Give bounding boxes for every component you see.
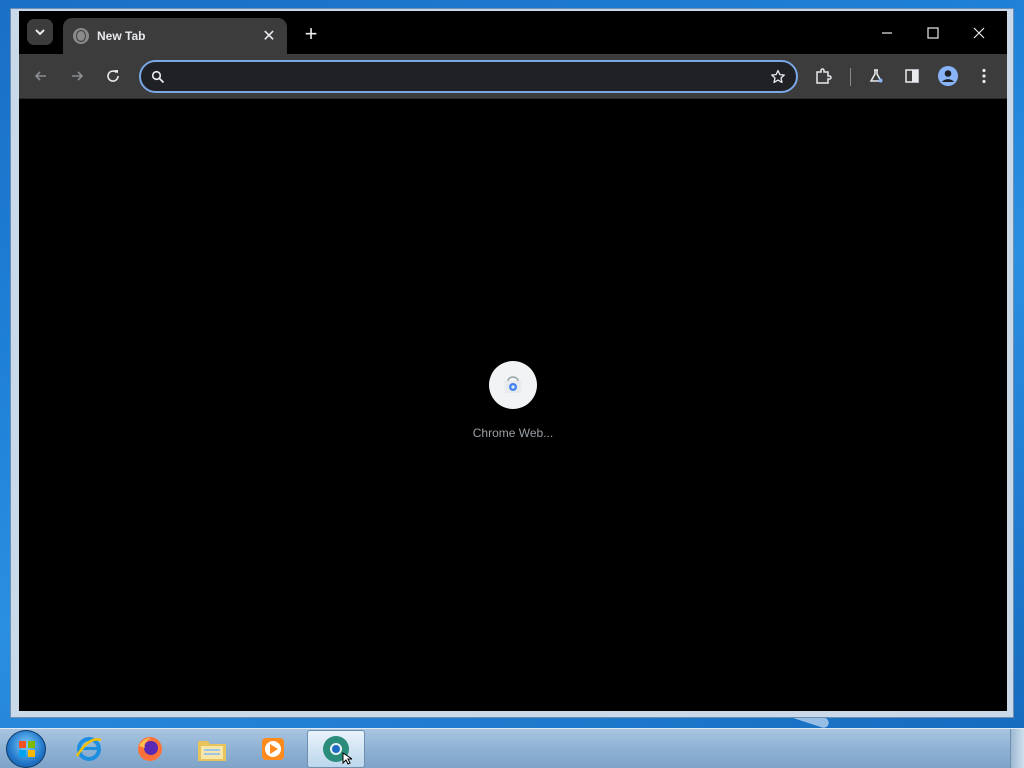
chrome-icon — [323, 736, 352, 765]
kebab-menu-icon — [982, 68, 986, 84]
search-icon — [151, 70, 165, 83]
tab-search-button[interactable] — [27, 19, 53, 45]
globe-icon — [73, 28, 89, 44]
back-button[interactable] — [29, 64, 53, 88]
media-player-icon — [262, 738, 284, 760]
avatar-icon — [938, 66, 958, 86]
taskbar-firefox[interactable] — [121, 730, 179, 768]
arrow-left-icon — [34, 71, 46, 81]
star-icon[interactable] — [770, 69, 786, 85]
shortcut-tile[interactable]: Chrome Web... — [459, 361, 567, 440]
tab-new-tab[interactable]: New Tab ✕ — [63, 18, 287, 54]
labs-button[interactable] — [864, 64, 888, 88]
taskbar-media-player[interactable] — [244, 730, 302, 768]
internet-explorer-icon — [75, 737, 102, 761]
browser-window: New Tab ✕ + Chrome Web... — [10, 8, 1014, 718]
show-desktop-button[interactable] — [1010, 729, 1024, 768]
shortcut-icon-circle — [489, 361, 537, 409]
forward-button[interactable] — [65, 64, 89, 88]
firefox-icon — [138, 737, 162, 761]
extensions-button[interactable] — [811, 64, 835, 88]
chrome-frame: New Tab ✕ + Chrome Web... — [19, 11, 1007, 711]
flask-icon — [869, 69, 883, 83]
shortcut-label: Chrome Web... — [472, 426, 554, 440]
omnibox-input[interactable] — [175, 68, 770, 85]
puzzle-piece-icon — [816, 68, 832, 84]
close-icon — [973, 27, 985, 39]
start-button[interactable] — [6, 730, 46, 768]
taskbar-internet-explorer[interactable] — [60, 730, 118, 768]
maximize-button[interactable] — [913, 21, 953, 45]
windows-logo-icon — [19, 741, 35, 757]
profile-button[interactable] — [936, 64, 960, 88]
taskbar-chrome[interactable] — [307, 730, 365, 768]
minimize-icon — [882, 32, 892, 34]
new-tab-button[interactable]: + — [299, 23, 323, 47]
chrome-web-store-icon — [504, 376, 522, 393]
tab-strip: New Tab ✕ + — [19, 11, 1007, 54]
chevron-down-icon — [35, 29, 45, 36]
side-panel-button[interactable] — [900, 64, 924, 88]
tab-title: New Tab — [97, 29, 146, 43]
maximize-icon — [927, 27, 939, 39]
close-window-button[interactable] — [959, 21, 999, 45]
reload-icon — [107, 70, 119, 82]
folder-icon — [198, 741, 226, 761]
arrow-right-icon — [72, 71, 84, 81]
menu-button[interactable] — [972, 64, 996, 88]
taskbar — [0, 728, 1024, 768]
new-tab-page: Chrome Web... — [19, 98, 1007, 711]
taskbar-file-explorer[interactable] — [183, 730, 241, 768]
side-panel-icon — [905, 69, 919, 83]
browser-toolbar — [19, 54, 1007, 98]
tab-close-icon[interactable]: ✕ — [261, 26, 277, 46]
address-bar[interactable] — [139, 60, 798, 93]
minimize-button[interactable] — [867, 21, 907, 45]
reload-button[interactable] — [101, 64, 125, 88]
toolbar-divider — [850, 68, 851, 86]
